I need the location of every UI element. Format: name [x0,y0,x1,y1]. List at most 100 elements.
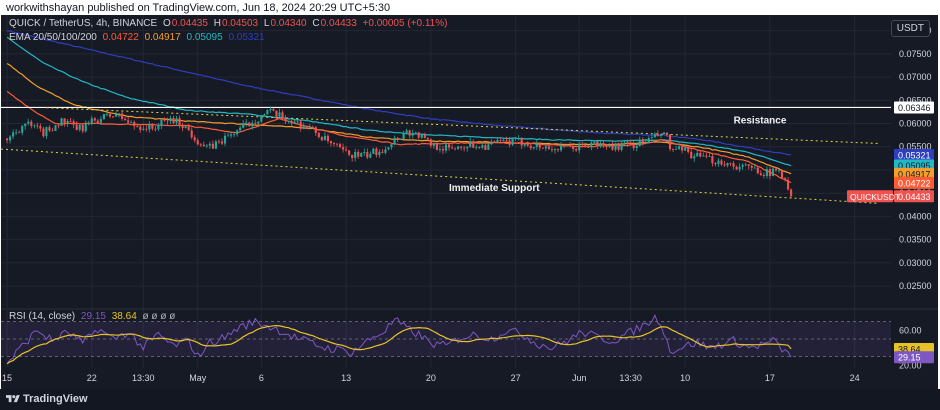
candle-body [169,117,172,122]
candle-body [590,142,593,148]
candle-body [154,128,157,130]
candle-body [629,143,632,145]
candle-body [559,144,563,151]
candle-body [199,144,202,146]
candle [148,121,151,133]
candle-body [717,160,720,165]
candle [242,120,245,129]
high-label: H [213,18,221,29]
time-tick-label: 13 [341,373,351,383]
candle-body [239,127,242,131]
candle-body [475,147,478,148]
candle-body [738,166,741,170]
candle-body [342,147,345,150]
candle-body [127,120,130,123]
candle-body [484,145,487,150]
candle-body [145,128,148,130]
candle-body [435,143,438,150]
candle-body [84,123,87,132]
candle-body [220,141,224,144]
candle [720,158,723,166]
candle [381,148,384,154]
candle [372,147,375,154]
candle [226,132,230,137]
candle-body [454,148,457,150]
low-value: 0.04340 [270,18,307,29]
chart-area[interactable]: ResistanceImmediate Support0.080000.0750… [1,15,938,389]
candle [363,148,366,157]
candle-body [783,178,787,180]
candle-body [490,141,493,145]
candle [69,117,72,122]
candle-body [765,169,768,177]
candle [181,122,184,132]
candle-body [620,143,623,150]
price-tag: 0.05321 [894,149,934,162]
candle [378,149,381,158]
candle [735,165,738,171]
candle [66,118,69,127]
rsi-legend: RSI (14, close) 29.15 38.64 ø ø ø ø [9,311,178,322]
ema-legend: EMA 20/50/100/200 0.04722 0.04917 0.0509… [9,32,268,43]
price-tag-label: 0.06346 [898,103,931,113]
candle [220,138,224,146]
candle [575,147,578,153]
candle-body [311,127,314,128]
candle-body [366,152,369,158]
candle [584,142,587,148]
candle-body [644,142,647,144]
candle-body [514,138,517,139]
candle-body [402,132,405,139]
low-label: L [263,18,270,29]
symbol-name: QUICK / TetherUS, 4h, BINANCE [9,18,158,29]
candle-body [523,144,526,146]
candle-body [575,148,578,151]
candle-body [741,164,744,167]
candle [653,131,656,138]
candle [457,145,460,150]
time-tick-label: 20 [426,373,436,383]
rsi-tick-label: 60.00 [899,325,922,335]
candle [172,115,175,125]
candle-body [78,125,81,130]
candle-body [354,151,357,159]
candle-body [245,122,248,124]
candle-body [777,169,781,171]
candle-body [99,119,102,123]
candle-body [599,143,602,147]
tradingview-logo-icon [6,395,20,403]
candle-body [529,145,532,149]
candle [454,147,457,151]
candle-body [423,134,426,139]
candle [469,137,472,149]
candle-body [248,122,251,127]
candle-body [632,144,635,149]
candle-body [493,141,496,143]
candle [768,167,771,180]
currency-button[interactable]: USDT [890,20,930,37]
candle [196,138,199,146]
candle-body [378,151,381,156]
candle [517,134,520,141]
candle-body [196,140,199,145]
candle-body [142,128,145,130]
time-tick-label: 22 [87,373,97,383]
chart-canvas[interactable]: ResistanceImmediate Support0.080000.0750… [1,15,938,389]
candle [84,120,87,133]
candle-body [320,136,323,141]
candle-body [66,120,69,124]
candle-body [623,142,626,144]
candle-body [569,145,572,147]
candle [360,152,363,158]
symbol-tag-label: QUICKUSDT [850,192,900,202]
candle-body [508,140,511,145]
candle-body [511,138,514,145]
candle-body [684,147,687,151]
time-axis: 15 22 13:30 May 6 13 20 27 Jun 13:30 10 17 24 [2,373,860,383]
candle-body [217,141,221,143]
candle-body [36,125,39,127]
candle-body [478,147,481,148]
candle-body [438,148,442,150]
chart-frame: workwithshayan published on TradingView.… [0,0,940,410]
candle-body [102,114,105,120]
